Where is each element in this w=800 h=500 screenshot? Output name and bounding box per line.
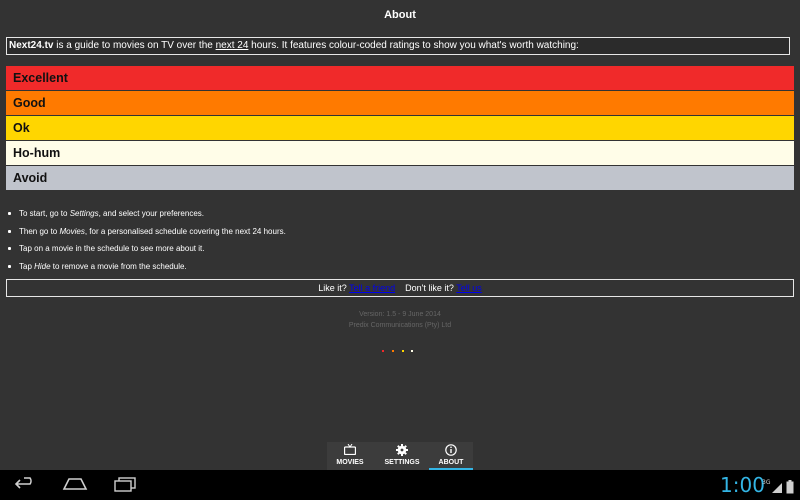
tab-label: ABOUT bbox=[438, 459, 464, 466]
tab-movies[interactable]: MOVIES bbox=[327, 442, 373, 470]
gear-icon bbox=[377, 442, 427, 459]
home-icon[interactable] bbox=[62, 476, 88, 497]
dislike-label: Don't like it? bbox=[405, 283, 454, 293]
tell-us-link[interactable]: Tell us bbox=[456, 283, 482, 293]
tv-icon bbox=[327, 442, 373, 459]
rating-avoid: Avoid bbox=[6, 166, 794, 190]
signal-icon: 3G bbox=[762, 478, 784, 499]
info-icon bbox=[429, 442, 473, 459]
dot-white bbox=[411, 350, 413, 352]
intro-text-1: is a guide to movies on TV over the bbox=[53, 40, 216, 51]
tab-label: SETTINGS bbox=[384, 459, 420, 466]
dot-orange bbox=[392, 350, 394, 352]
system-nav-bar: 1:00 3G bbox=[0, 470, 800, 500]
tip-text: , for a personalised schedule covering t… bbox=[84, 226, 286, 236]
version-text: Version: 1.5 - 9 June 2014 bbox=[359, 311, 441, 318]
rating-ho-hum: Ho-hum bbox=[6, 141, 794, 165]
like-label: Like it? bbox=[318, 283, 347, 293]
tab-settings[interactable]: SETTINGS bbox=[377, 442, 427, 470]
tip-text: Tap bbox=[19, 261, 35, 271]
brand-name: Next24.tv bbox=[9, 40, 54, 51]
tab-about[interactable]: ABOUT bbox=[429, 442, 473, 470]
tab-bar: MOVIES SETTINGS ABOUT bbox=[327, 442, 473, 470]
next-24-link[interactable]: next 24 bbox=[216, 40, 249, 51]
intro-text: Next24.tv is a guide to movies on TV ove… bbox=[6, 37, 790, 55]
tip-item: Tap on a movie in the schedule to see mo… bbox=[8, 240, 286, 258]
tip-item: Tap Hide to remove a movie from the sche… bbox=[8, 258, 286, 276]
tip-text: Tap on a movie in the schedule to see mo… bbox=[19, 244, 205, 253]
tip-text: To start, go to bbox=[19, 209, 70, 218]
network-type: 3G bbox=[762, 479, 771, 486]
tips-list: To start, go to Settings, and select you… bbox=[8, 205, 286, 275]
dot-yellow bbox=[402, 350, 404, 352]
company-text: Predix Communications (Pty) Ltd bbox=[348, 322, 452, 329]
tip-emphasis: Settings bbox=[69, 209, 99, 218]
rating-ok: Ok bbox=[6, 116, 794, 140]
back-icon[interactable] bbox=[14, 476, 38, 497]
tip-text: to remove a movie from the schedule. bbox=[50, 261, 187, 271]
rating-excellent: Excellent bbox=[6, 66, 794, 90]
tab-label: MOVIES bbox=[336, 459, 364, 466]
tip-text: , and select your preferences. bbox=[98, 209, 204, 218]
rating-legend: Excellent Good Ok Ho-hum Avoid bbox=[6, 66, 794, 191]
version-info: Version: 1.5 - 9 June 2014 Predix Commun… bbox=[0, 309, 800, 331]
page-title: About bbox=[384, 9, 416, 21]
recent-apps-icon[interactable] bbox=[113, 476, 137, 497]
intro-text-2: hours. It features colour-coded ratings … bbox=[248, 40, 579, 51]
tip-text: Then go to bbox=[19, 226, 60, 236]
clock: 1:00 bbox=[720, 473, 765, 497]
tip-emphasis: Movies bbox=[59, 226, 85, 236]
battery-icon bbox=[786, 480, 794, 494]
dot-red bbox=[382, 350, 384, 352]
rating-good: Good bbox=[6, 91, 794, 115]
tip-item: Then go to Movies, for a personalised sc… bbox=[8, 223, 286, 241]
tip-emphasis: Hide bbox=[34, 261, 51, 271]
tell-a-friend-link[interactable]: Tell a friend bbox=[349, 283, 395, 293]
feedback-bar: Like it? Tell a friend Don't like it? Te… bbox=[6, 279, 794, 297]
tip-item: To start, go to Settings, and select you… bbox=[8, 205, 286, 223]
loading-dots bbox=[382, 350, 418, 354]
